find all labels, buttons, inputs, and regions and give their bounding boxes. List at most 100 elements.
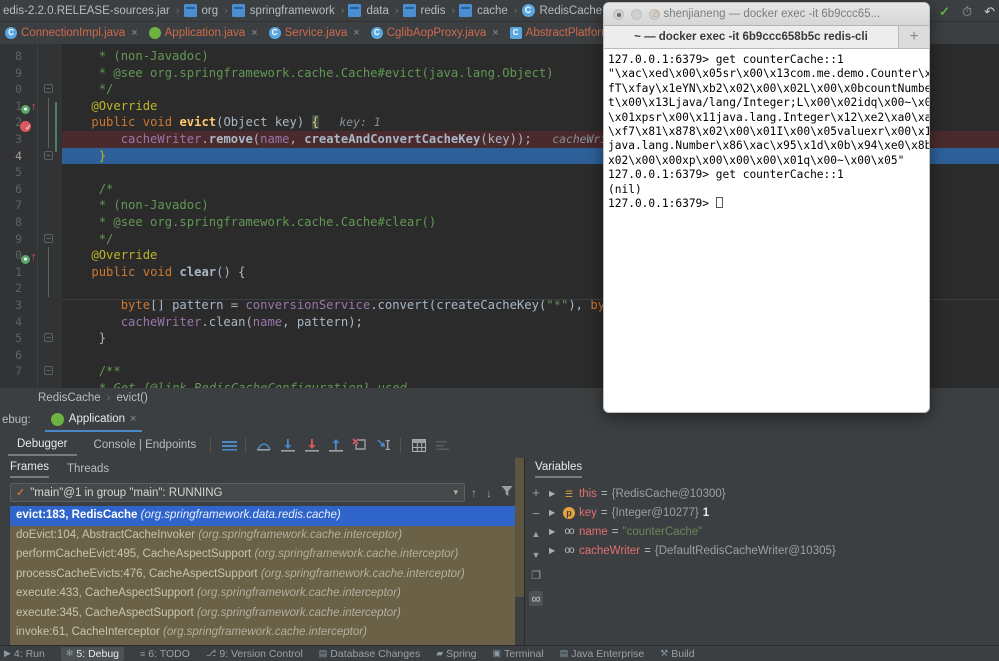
tab-debugger[interactable]: Debugger — [8, 434, 77, 456]
step-into-icon[interactable] — [277, 435, 299, 455]
close-icon[interactable]: × — [492, 27, 498, 39]
step-over-icon[interactable] — [253, 435, 275, 455]
run-to-cursor-icon[interactable] — [373, 435, 395, 455]
expand-caret-icon[interactable]: ▶ — [549, 546, 559, 555]
breadcrumb-item-edis-2-2-0-release-sources-jar[interactable]: edis-2.2.0.RELEASE-sources.jar — [0, 5, 173, 17]
editor-tab-cglibaopproxy-java[interactable]: C CglibAopProxy.java × — [366, 22, 505, 44]
terminal-tab[interactable]: ~ — docker exec -it 6b9ccc658b5c redis-c… — [604, 26, 899, 48]
frames-scrollbar[interactable] — [515, 458, 524, 597]
run-to-line-icon[interactable]: ● — [21, 105, 30, 114]
step-out-icon[interactable] — [325, 435, 347, 455]
infinity-icon[interactable]: ∞ — [529, 591, 543, 606]
breadcrumb-item-springframework[interactable]: springframework — [231, 4, 338, 17]
status-bar-item-build[interactable]: ⚒ Build — [660, 648, 694, 660]
terminal-window[interactable]: ⌂ shenjianeng — docker exec -it 6b9ccc65… — [603, 2, 930, 413]
terminal-output[interactable]: 127.0.0.1:6379> get counterCache::1 "\xa… — [604, 49, 929, 412]
new-tab-icon[interactable]: + — [899, 26, 929, 48]
force-step-into-icon[interactable] — [301, 435, 323, 455]
breadcrumb-item-rediscache[interactable]: C RedisCache — [521, 4, 606, 17]
breadcrumb-separator: › — [224, 4, 228, 17]
status-bar-item-5-debug[interactable]: ✻ 5: Debug — [60, 646, 125, 661]
show-execution-point-icon[interactable] — [218, 435, 240, 455]
breadcrumb-item-data[interactable]: data — [347, 4, 391, 17]
variable-row[interactable]: ▶ ☰ this = {RedisCache@10300} — [549, 484, 995, 503]
breadcrumb-item-redis[interactable]: redis — [402, 4, 449, 17]
chevron-down-icon[interactable]: ▾ — [453, 487, 464, 498]
remove-watch-icon[interactable]: − — [532, 507, 540, 520]
tab-threads[interactable]: Threads — [67, 463, 109, 475]
drop-frame-icon[interactable] — [349, 435, 371, 455]
move-down-icon[interactable]: ↓ — [486, 486, 492, 500]
variable-row[interactable]: ▶ oo cacheWriter = {DefaultRedisCacheWrite… — [549, 541, 995, 560]
tab-frames[interactable]: Frames — [10, 461, 49, 478]
breadcrumb-item-org[interactable]: org — [183, 4, 222, 17]
move-watch-down-icon[interactable]: ▼ — [532, 549, 541, 562]
editor-gutter[interactable]: 89012345678901234567 ● ↑ ✓ ● ↑ − − − − − — [0, 44, 62, 388]
code-token: RedisCacheConfiguration} used. — [186, 381, 415, 388]
expand-caret-icon[interactable]: ▶ — [549, 508, 559, 517]
call-stack-frame[interactable]: evict:183, RedisCache (org.springframewo… — [10, 506, 515, 526]
status-bar-item-9-version-control[interactable]: ⎇ 9: Version Control — [206, 648, 303, 660]
undo-icon[interactable]: ↶ — [984, 5, 995, 18]
call-stack-frame[interactable]: doEvict:104, AbstractCacheInvoker (org.s… — [10, 526, 515, 546]
evaluate-expression-icon[interactable] — [408, 435, 430, 455]
close-icon[interactable]: × — [130, 413, 136, 425]
expand-caret-icon[interactable]: ▶ — [549, 489, 559, 498]
status-bar-item-spring[interactable]: ▰ Spring — [436, 648, 476, 660]
code-fold-toggle-icon[interactable]: − — [44, 366, 53, 376]
run-to-line-icon-2[interactable]: ● — [21, 255, 30, 264]
breadcrumb-method[interactable]: evict() — [117, 392, 148, 404]
add-watch-icon[interactable]: + — [532, 486, 540, 499]
variable-name: this — [579, 487, 597, 500]
folder-icon — [402, 4, 416, 17]
code-fold-toggle-icon[interactable]: − — [44, 84, 53, 94]
code-token: evict — [179, 115, 217, 130]
code-token: . — [201, 132, 209, 146]
expand-caret-icon[interactable]: ▶ — [549, 527, 559, 536]
history-clock-icon[interactable]: ⏱ — [962, 5, 972, 18]
frame-package: (org.springframework.cache.interceptor) — [163, 626, 367, 638]
code-fold-toggle-icon[interactable]: − — [44, 233, 53, 243]
call-stack-frame[interactable]: execute:345, CacheAspectSupport (org.spr… — [10, 604, 515, 624]
run-check-icon[interactable]: ✓ — [939, 5, 950, 18]
call-stack-frames-list[interactable]: evict:183, RedisCache (org.springframewo… — [10, 506, 515, 645]
code-token: cacheWriter — [120, 132, 202, 146]
terminal-title-bar[interactable]: ⌂ shenjianeng — docker exec -it 6b9ccc65… — [604, 3, 929, 26]
status-bar-item-6-todo[interactable]: ≡ 6: TODO — [140, 648, 190, 660]
close-icon[interactable]: × — [353, 27, 359, 39]
tab-console-endpoints[interactable]: Console | Endpoints — [85, 435, 206, 455]
move-up-icon[interactable]: ↑ — [471, 486, 477, 500]
breadcrumb-class[interactable]: RedisCache — [38, 392, 101, 404]
status-bar-item-database-changes[interactable]: ▤ Database Changes — [319, 648, 420, 660]
thread-selector[interactable]: ✓ "main"@1 in group "main": RUNNING ▾ — [10, 483, 465, 502]
editor-tab-application-java[interactable]: Application.java × — [144, 22, 264, 44]
editor-tab-service-java[interactable]: C Service.java × — [264, 22, 366, 44]
debug-session-tab[interactable]: Application × — [44, 408, 143, 432]
variable-row[interactable]: ▶ oo name = "counterCache" — [549, 522, 995, 541]
editor-tab-connectionimpl-java[interactable]: C ConnectionImpl.java × — [0, 22, 144, 44]
status-bar-item-java-enterprise[interactable]: ▤ Java Enterprise — [560, 648, 644, 660]
breadcrumb-item-cache[interactable]: cache — [458, 4, 511, 17]
code-fold-toggle-icon[interactable]: − — [44, 150, 53, 160]
copy-icon[interactable]: ❐ — [531, 570, 541, 583]
call-stack-frame[interactable]: invoke:61, CacheInterceptor (org.springf… — [10, 623, 515, 643]
close-icon[interactable]: × — [251, 27, 257, 39]
tab-variables[interactable]: Variables — [535, 461, 583, 478]
debug-session-label: Application — [68, 413, 126, 425]
variable-row[interactable]: ▶ p key = {Integer@10277} 1 — [549, 503, 995, 522]
status-bar-item-4-run[interactable]: ▶ 4: Run — [4, 648, 45, 660]
gutter-arrow-icon: ↑ — [31, 101, 37, 113]
status-bar-item-terminal[interactable]: ▣ Terminal — [492, 648, 543, 660]
code-fold-toggle-icon[interactable]: − — [44, 333, 53, 343]
call-stack-frame[interactable]: processCacheEvicts:476, CacheAspectSuppo… — [10, 565, 515, 585]
call-stack-frame[interactable]: execute:433, CacheAspectSupport (org.spr… — [10, 584, 515, 604]
variable-value: {DefaultRedisCacheWriter@10305} — [654, 544, 836, 557]
close-icon[interactable]: × — [131, 27, 137, 39]
breakpoint-check-icon: ✓ — [25, 123, 32, 132]
filter-icon[interactable] — [501, 485, 513, 500]
variables-tree[interactable]: ▶ ☰ this = {RedisCache@10300} ▶ p key = {Inte… — [549, 484, 995, 560]
settings-icon[interactable] — [432, 435, 454, 455]
call-stack-frame[interactable]: performCacheEvict:495, CacheAspectSuppor… — [10, 545, 515, 565]
move-watch-up-icon[interactable]: ▲ — [532, 528, 541, 541]
